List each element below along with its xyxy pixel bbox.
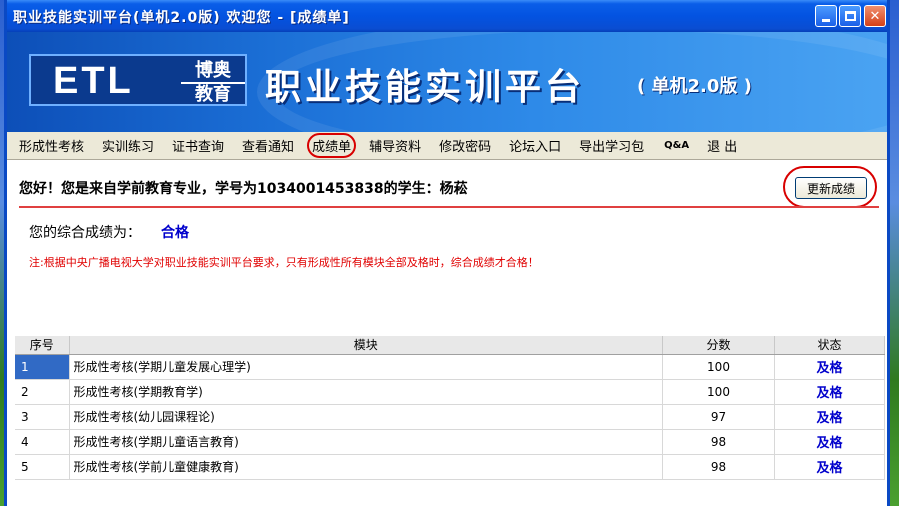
window-title: 职业技能实训平台(单机2.0版) 欢迎您 - [成绩单] bbox=[13, 10, 350, 26]
row-seq[interactable]: 2 bbox=[15, 379, 70, 405]
menu-item-forum[interactable]: 论坛入口 bbox=[509, 136, 561, 155]
menu-item-certificate-query[interactable]: 证书查询 bbox=[172, 136, 224, 155]
logo-cn-line1: 博奥 bbox=[181, 60, 245, 84]
minimize-icon bbox=[822, 18, 830, 22]
menu-item-formative-assessment[interactable]: 形成性考核 bbox=[19, 136, 84, 155]
menu-item-exit[interactable]: 退 出 bbox=[707, 136, 737, 155]
header-banner: ETL 博奥 教育 职业技能实训平台 ( 单机2.0版 ) bbox=[7, 32, 887, 132]
row-score[interactable]: 100 bbox=[662, 379, 775, 405]
grades-table: 序号 模块 分数 状态 1 形成性考核(学期儿童发展心理学) 100 及格 2 … bbox=[15, 336, 885, 480]
maximize-icon bbox=[844, 11, 856, 21]
row-seq[interactable]: 3 bbox=[15, 404, 70, 430]
logo-cn-text: 博奥 教育 bbox=[181, 60, 245, 106]
table-header-row: 序号 模块 分数 状态 bbox=[15, 336, 885, 355]
row-seq[interactable]: 4 bbox=[15, 429, 70, 455]
menu-item-tutoring-materials[interactable]: 辅导资料 bbox=[369, 136, 421, 155]
table-row[interactable]: 5 形成性考核(学前儿童健康教育) 98 及格 bbox=[15, 454, 885, 480]
overall-grade-label: 您的综合成绩为： bbox=[29, 225, 141, 241]
banner-subtitle: ( 单机2.0版 ) bbox=[637, 76, 752, 97]
etl-logo: ETL 博奥 教育 bbox=[29, 54, 247, 106]
maximize-button[interactable] bbox=[839, 5, 861, 27]
menu-item-export-package[interactable]: 导出学习包 bbox=[579, 136, 644, 155]
menu-item-notices[interactable]: 查看通知 bbox=[242, 136, 294, 155]
student-greeting: 您好！您是来自学前教育专业，学号为1034001453838的学生：杨菘 bbox=[19, 181, 468, 197]
close-button[interactable]: ✕ bbox=[864, 5, 886, 27]
table-row[interactable]: 4 形成性考核(学期儿童语言教育) 98 及格 bbox=[15, 429, 885, 455]
column-header-status[interactable]: 状态 bbox=[774, 336, 885, 355]
transcript-panel: 您好！您是来自学前教育专业，学号为1034001453838的学生：杨菘 更新成… bbox=[7, 160, 887, 506]
row-seq[interactable]: 5 bbox=[15, 454, 70, 480]
table-row[interactable]: 1 形成性考核(学期儿童发展心理学) 100 及格 bbox=[15, 354, 885, 380]
row-module[interactable]: 形成性考核(学期儿童发展心理学) bbox=[69, 354, 663, 380]
menu-item-qa[interactable]: Q&A bbox=[664, 140, 689, 151]
app-window: 职业技能实训平台(单机2.0版) 欢迎您 - [成绩单] ✕ ETL 博奥 教育… bbox=[4, 0, 890, 506]
row-status[interactable]: 及格 bbox=[774, 454, 885, 480]
title-bar[interactable]: 职业技能实训平台(单机2.0版) 欢迎您 - [成绩单] ✕ bbox=[7, 0, 887, 32]
row-status[interactable]: 及格 bbox=[774, 404, 885, 430]
overall-grade-value: 合格 bbox=[161, 225, 189, 241]
table-row[interactable]: 2 形成性考核(学期教育学) 100 及格 bbox=[15, 379, 885, 405]
row-seq[interactable]: 1 bbox=[15, 354, 70, 380]
menu-item-change-password[interactable]: 修改密码 bbox=[439, 136, 491, 155]
refresh-grades-button[interactable]: 更新成绩 bbox=[795, 177, 867, 199]
logo-cn-line2: 教育 bbox=[195, 84, 231, 105]
row-status[interactable]: 及格 bbox=[774, 429, 885, 455]
row-status[interactable]: 及格 bbox=[774, 354, 885, 380]
row-score[interactable]: 98 bbox=[662, 429, 775, 455]
close-icon: ✕ bbox=[869, 8, 881, 24]
banner-title: 职业技能实训平台 bbox=[265, 67, 586, 108]
row-module[interactable]: 形成性考核(学前儿童健康教育) bbox=[69, 454, 663, 480]
row-module[interactable]: 形成性考核(学期教育学) bbox=[69, 379, 663, 405]
table-row[interactable]: 3 形成性考核(幼儿园课程论) 97 及格 bbox=[15, 404, 885, 430]
logo-etl-text: ETL bbox=[53, 60, 134, 102]
column-header-module[interactable]: 模块 bbox=[69, 336, 663, 355]
minimize-button[interactable] bbox=[815, 5, 837, 27]
row-module[interactable]: 形成性考核(学期儿童语言教育) bbox=[69, 429, 663, 455]
row-score[interactable]: 100 bbox=[662, 354, 775, 380]
menu-item-transcript[interactable]: 成绩单 bbox=[307, 133, 357, 158]
divider bbox=[19, 206, 879, 208]
grade-note: 注:根据中央广播电视大学对职业技能实训平台要求，只有形成性所有模块全部及格时，综… bbox=[29, 256, 539, 269]
row-score[interactable]: 98 bbox=[662, 454, 775, 480]
refresh-highlight-circle: 更新成绩 bbox=[783, 166, 877, 208]
menu-bar: 形成性考核 实训练习 证书查询 查看通知 成绩单 辅导资料 修改密码 论坛入口 … bbox=[7, 132, 887, 160]
column-header-seq[interactable]: 序号 bbox=[15, 336, 70, 355]
row-score[interactable]: 97 bbox=[662, 404, 775, 430]
menu-item-practice[interactable]: 实训练习 bbox=[102, 136, 154, 155]
row-module[interactable]: 形成性考核(幼儿园课程论) bbox=[69, 404, 663, 430]
column-header-score[interactable]: 分数 bbox=[662, 336, 775, 355]
row-status[interactable]: 及格 bbox=[774, 379, 885, 405]
